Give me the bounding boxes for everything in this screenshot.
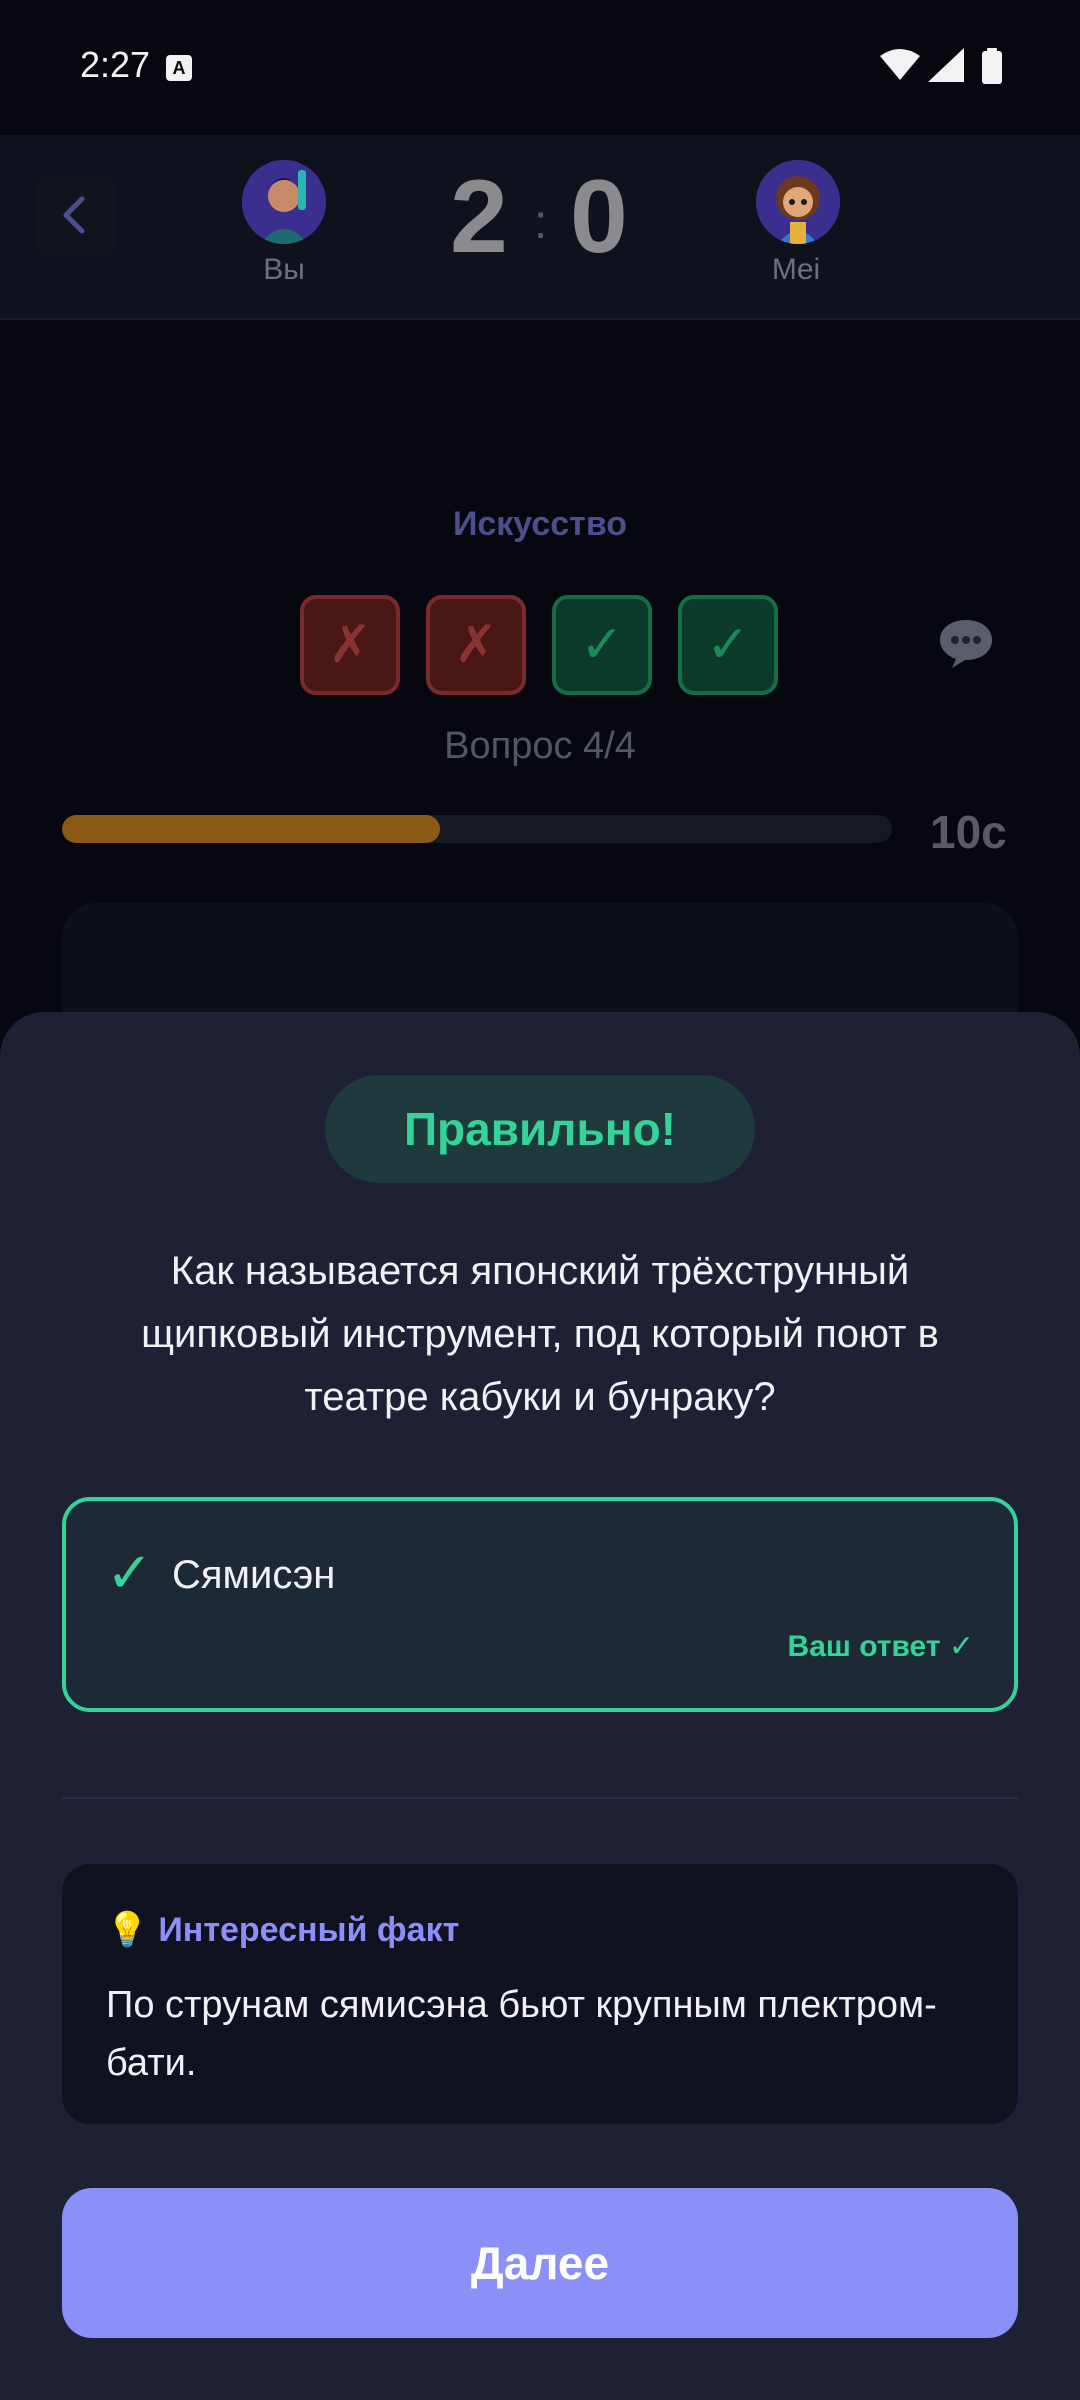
score-separator: :	[534, 196, 548, 249]
timer-text: 10с	[930, 806, 1007, 858]
fun-fact-text: По струнам сямисэна бьют крупным плектро…	[106, 1984, 937, 2084]
divider	[62, 1797, 1018, 1799]
your-answer-tag: Ваш ответ ✓	[787, 1630, 974, 1663]
fun-fact-title: 💡 Интересный факт	[106, 1910, 459, 1950]
wifi-icon	[880, 49, 920, 80]
progress-mark-wrong: ✗	[328, 616, 372, 674]
progress-box-1: ✗	[300, 595, 400, 695]
opponent-avatar-image	[756, 160, 840, 244]
category-title: Искусство	[452, 505, 628, 543]
lightbulb-icon: 💡	[106, 1911, 149, 1949]
chevron-left-icon	[63, 196, 85, 234]
correct-answer-card: ✓ Сямисэн Ваш ответ ✓	[62, 1497, 1018, 1712]
avatar-you	[242, 160, 326, 244]
back-button[interactable]	[36, 175, 116, 255]
progress-mark-correct: ✓	[706, 616, 750, 674]
answer-label: Сямисэн	[172, 1553, 336, 1597]
signal-icon	[928, 48, 964, 82]
score-you: 2	[450, 159, 508, 275]
fun-fact-heading: Интересный факт	[158, 1911, 460, 1949]
player-name-you: Вы	[263, 253, 305, 286]
scoreboard-header: Вы 2 : 0 Mei	[0, 135, 1080, 320]
chat-bubble-icon[interactable]	[938, 618, 994, 675]
result-badge: Правильно!	[325, 1075, 755, 1183]
avatar-opponent	[756, 160, 840, 244]
status-time: 2:27	[80, 44, 151, 85]
status-bar: 2:27 A	[0, 0, 1080, 135]
progress-box-2: ✗	[426, 595, 526, 695]
progress-box-4: ✓	[678, 595, 778, 695]
question-text: Как называется японский трёхструнный щип…	[141, 1249, 939, 1419]
timer-bar	[62, 815, 892, 843]
notification-icon: A	[166, 55, 192, 81]
player-name-opponent: Mei	[771, 253, 821, 286]
player-avatar-image	[242, 160, 326, 244]
fun-fact-card: 💡 Интересный факт По струнам сямисэна бью…	[62, 1864, 1018, 2124]
question-number: Вопрос 4/4	[444, 725, 636, 767]
score-opponent: 0	[570, 159, 628, 275]
progress-box-3: ✓	[552, 595, 652, 695]
checkmark-icon: ✓	[106, 1541, 153, 1604]
next-button[interactable]: Далее	[62, 2188, 1018, 2338]
battery-icon	[982, 48, 1002, 84]
timer-bar-fill	[62, 815, 440, 843]
progress-mark-wrong: ✗	[454, 616, 498, 674]
progress-mark-correct: ✓	[580, 616, 624, 674]
